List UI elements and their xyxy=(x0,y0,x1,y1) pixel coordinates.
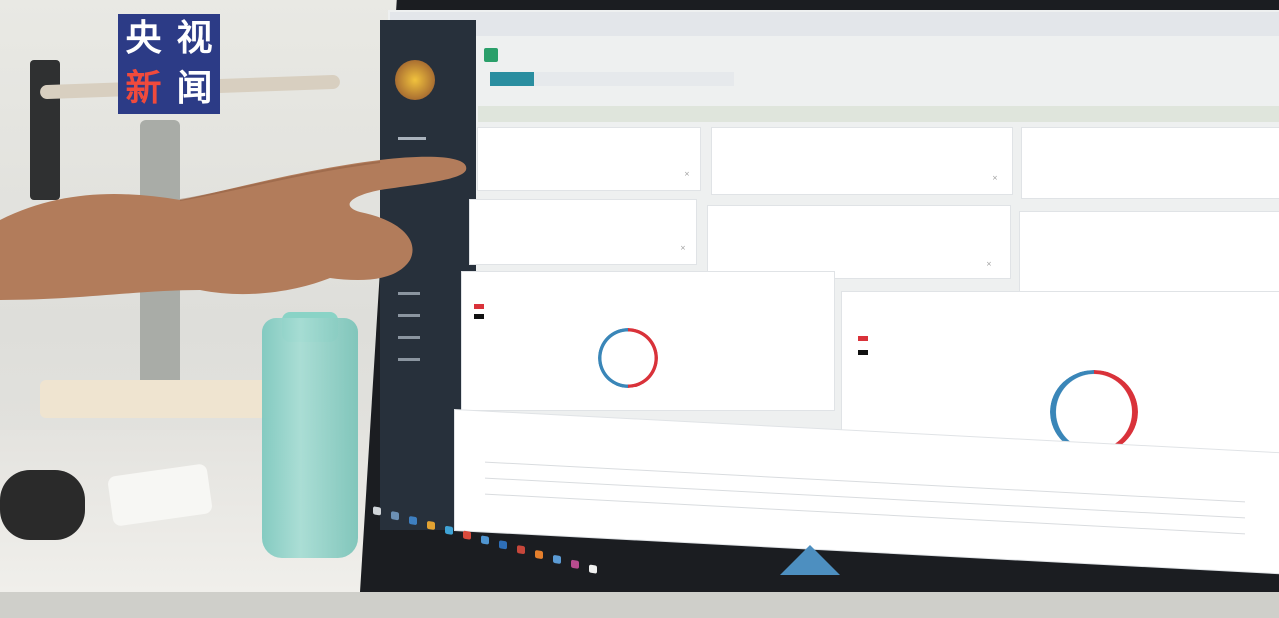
taskbar-icon[interactable] xyxy=(535,549,543,560)
tab-2[interactable] xyxy=(534,72,574,86)
tab-6[interactable] xyxy=(694,72,734,86)
taskbar-icon[interactable] xyxy=(571,559,579,569)
cctv-news-logo: 央 视 新 闻 xyxy=(118,14,220,114)
sidebar-item[interactable] xyxy=(398,334,468,346)
mouse xyxy=(0,470,85,540)
close-icon[interactable]: × xyxy=(680,244,686,252)
taskbar-icon[interactable] xyxy=(499,540,507,550)
legend-swatch xyxy=(474,304,484,309)
logo-char: 央 xyxy=(125,18,162,59)
close-icon[interactable]: × xyxy=(986,260,992,268)
taskbar-icon[interactable] xyxy=(517,545,525,555)
taskbar-icon[interactable] xyxy=(445,525,453,535)
home-button[interactable] xyxy=(484,48,498,62)
start-icon[interactable] xyxy=(373,506,381,516)
lamp-base xyxy=(40,380,270,418)
info-card xyxy=(1022,128,1279,198)
sidebar-item[interactable] xyxy=(398,312,468,324)
logo-char: 视 xyxy=(176,18,213,59)
browser-address-bar[interactable] xyxy=(390,12,1279,36)
tab-4[interactable] xyxy=(614,72,654,86)
taskbar-icon[interactable] xyxy=(463,530,471,540)
info-card: × xyxy=(708,206,1010,278)
tab-3[interactable] xyxy=(574,72,614,86)
close-icon[interactable]: × xyxy=(684,170,690,178)
breadcrumb xyxy=(478,106,1279,122)
avatar[interactable] xyxy=(395,60,435,100)
donut-chart xyxy=(598,328,658,388)
water-bottle xyxy=(262,318,358,558)
legend-swatch xyxy=(858,336,868,341)
taskbar-icon[interactable] xyxy=(427,520,435,531)
taskbar-icon[interactable] xyxy=(553,554,561,565)
logo-char: 新 xyxy=(125,68,162,109)
tab-1[interactable] xyxy=(490,72,534,86)
info-card: × xyxy=(478,128,700,190)
taskbar-icon[interactable] xyxy=(391,511,399,521)
info-card xyxy=(1020,212,1279,302)
info-card: × xyxy=(470,200,696,264)
tab-bar xyxy=(478,72,1279,88)
sidebar-item[interactable] xyxy=(398,135,468,147)
pointing-hand xyxy=(0,156,467,300)
pointer-marker xyxy=(780,545,840,575)
taskbar-icon[interactable] xyxy=(589,564,597,574)
legend-swatch xyxy=(474,314,484,319)
taskbar-icon[interactable] xyxy=(409,515,417,526)
chart-panel xyxy=(462,272,834,410)
tab-5[interactable] xyxy=(654,72,694,86)
info-card: × xyxy=(712,128,1012,194)
taskbar-icon[interactable] xyxy=(481,535,489,545)
close-icon[interactable]: × xyxy=(992,174,998,182)
logo-char: 闻 xyxy=(176,68,213,109)
sidebar-item[interactable] xyxy=(398,356,468,368)
legend-swatch xyxy=(858,350,868,355)
